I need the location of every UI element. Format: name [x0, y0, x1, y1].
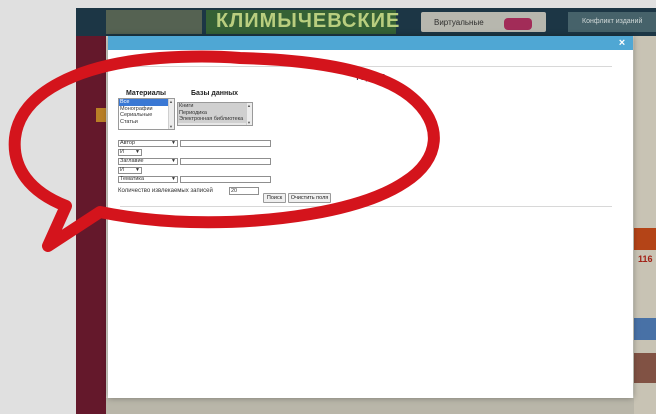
clear-fields-button[interactable]: Очистить поля: [288, 193, 331, 203]
field-type-select[interactable]: Тематика ▼: [118, 176, 178, 183]
logic-operator-value: И: [120, 167, 124, 173]
chevron-down-icon: ▼: [171, 158, 176, 164]
field-type-value: Заглавие: [120, 158, 144, 164]
search-modal: × ТОДЮБ Материалы Базы данных Все Моногр…: [108, 36, 633, 398]
databases-label: Базы данных: [191, 90, 239, 97]
record-count-label: Количество извлекаемых записей: [118, 188, 213, 194]
scroll-down-icon[interactable]: ▼: [246, 120, 252, 125]
field-type-value: Тематика: [120, 176, 145, 182]
record-count-input[interactable]: 20: [229, 187, 259, 195]
logic-operator-select[interactable]: И ▼: [118, 167, 142, 174]
field-type-select[interactable]: Заглавие ▼: [118, 158, 178, 165]
chevron-down-icon: ▼: [135, 167, 140, 173]
divider: [120, 206, 612, 207]
chevron-down-icon: ▼: [171, 176, 176, 182]
modal-titlebar: ×: [108, 36, 633, 50]
field-type-value: Автор: [120, 140, 136, 146]
search-field-input[interactable]: [180, 158, 271, 165]
list-item[interactable]: Статьи: [119, 119, 174, 126]
scroll-up-icon[interactable]: ▲: [168, 99, 174, 104]
logic-operator-select[interactable]: И ▼: [118, 149, 142, 156]
logic-operator-value: И: [120, 149, 124, 155]
materials-label: Материалы: [126, 90, 167, 97]
screenshot-stage: КЛИМЫЧЕВСКИЕ Виртуальные Конфликт издани…: [0, 0, 656, 414]
scroll-down-icon[interactable]: ▼: [168, 124, 174, 129]
scroll-up-icon[interactable]: ▲: [246, 103, 252, 108]
search-field-input[interactable]: [180, 176, 271, 183]
field-type-select[interactable]: Автор ▼: [118, 140, 178, 147]
page-title: ТОДЮБ: [355, 73, 386, 82]
search-button[interactable]: Поиск: [263, 193, 286, 203]
list-item[interactable]: Электронная библиотека: [178, 116, 252, 123]
chevron-down-icon: ▼: [135, 149, 140, 155]
close-icon[interactable]: ×: [615, 36, 629, 50]
materials-listbox[interactable]: Все Монографии Сериальные Статьи ▲ ▼: [118, 98, 175, 130]
chevron-down-icon: ▼: [171, 140, 176, 146]
databases-listbox[interactable]: Книги Периодика Электронная библиотека ▲…: [177, 102, 253, 126]
divider: [120, 66, 612, 67]
search-field-input[interactable]: [180, 140, 271, 147]
